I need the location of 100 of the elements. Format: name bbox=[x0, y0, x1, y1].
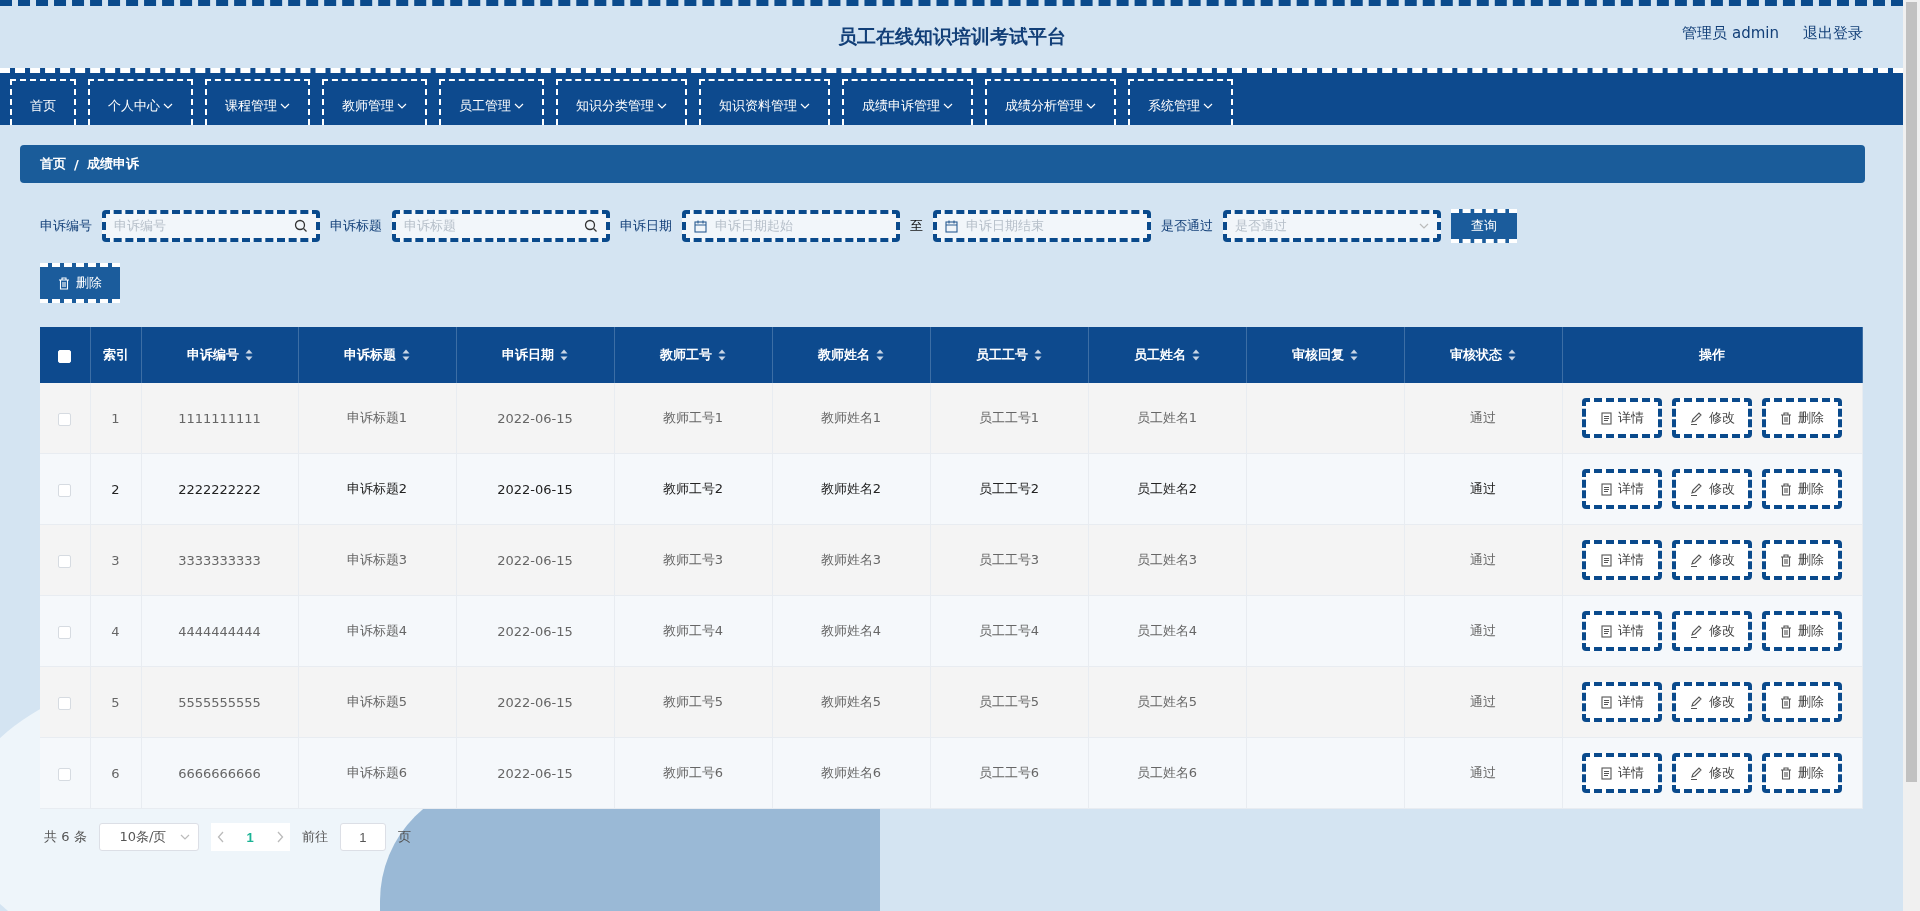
table-cell: 2022-06-15 bbox=[497, 694, 573, 710]
chevron-down-icon bbox=[397, 101, 407, 111]
column-header: 员工姓名 bbox=[1134, 346, 1186, 364]
column-header: 申诉编号 bbox=[186, 346, 239, 364]
select-all-checkbox[interactable] bbox=[58, 349, 72, 363]
goto-page-field[interactable]: 1 bbox=[339, 823, 386, 851]
row-checkbox[interactable] bbox=[58, 767, 72, 781]
row-checkbox[interactable] bbox=[58, 625, 72, 639]
document-icon bbox=[1600, 624, 1612, 638]
logout-link[interactable]: 退出登录 bbox=[1803, 24, 1863, 43]
scrollbar-thumb[interactable] bbox=[1906, 2, 1917, 782]
nav-tab[interactable]: 知识分类管理 bbox=[556, 79, 687, 125]
details-button[interactable]: 详情 bbox=[1582, 398, 1662, 438]
table-cell: 2022-06-15 bbox=[497, 552, 573, 568]
sort-icon[interactable] bbox=[402, 349, 410, 361]
nav-tab[interactable]: 课程管理 bbox=[205, 79, 310, 125]
total-count: 共 6 条 bbox=[44, 828, 87, 846]
table-cell: 1 bbox=[111, 410, 120, 426]
table-cell: 教师工号3 bbox=[662, 552, 724, 567]
table-cell: 5555555555 bbox=[178, 694, 261, 710]
chevron-down-icon bbox=[800, 101, 810, 111]
document-icon bbox=[1600, 766, 1612, 780]
table-cell: 通过 bbox=[1470, 623, 1496, 638]
table-cell: 通过 bbox=[1470, 552, 1496, 567]
table-cell: 通过 bbox=[1470, 694, 1496, 709]
table-cell: 申诉标题5 bbox=[346, 694, 408, 709]
sort-icon[interactable] bbox=[1350, 349, 1358, 361]
nav-tab[interactable]: 成绩申诉管理 bbox=[842, 79, 973, 125]
delete-row-button[interactable]: 删除 bbox=[1762, 398, 1842, 438]
edit-button[interactable]: 修改 bbox=[1672, 540, 1752, 580]
table-cell: 教师姓名5 bbox=[820, 694, 882, 709]
page-size-select[interactable]: 10条/页 bbox=[98, 823, 199, 851]
trash-icon bbox=[1780, 624, 1792, 638]
details-button[interactable]: 详情 bbox=[1582, 753, 1662, 793]
delete-row-button[interactable]: 删除 bbox=[1762, 753, 1842, 793]
column-header: 索引 bbox=[102, 346, 129, 364]
nav-tab[interactable]: 员工管理 bbox=[439, 79, 544, 125]
table-cell: 2 bbox=[111, 481, 120, 497]
delete-row-button[interactable]: 删除 bbox=[1762, 469, 1842, 509]
details-button[interactable]: 详情 bbox=[1582, 540, 1662, 580]
table-cell: 6 bbox=[111, 765, 120, 781]
nav-tab[interactable]: 教师管理 bbox=[322, 79, 427, 125]
edit-button[interactable]: 修改 bbox=[1672, 682, 1752, 722]
column-header: 教师姓名 bbox=[818, 346, 870, 364]
pencil-icon bbox=[1689, 482, 1703, 496]
sort-icon[interactable] bbox=[876, 349, 884, 361]
delete-row-button[interactable]: 删除 bbox=[1762, 611, 1842, 651]
sort-icon[interactable] bbox=[1192, 349, 1200, 361]
table-cell: 员工姓名1 bbox=[1136, 410, 1198, 425]
goto-label: 前往 bbox=[301, 828, 328, 846]
edit-button[interactable]: 修改 bbox=[1672, 753, 1752, 793]
delete-button[interactable]: 删除 bbox=[40, 263, 120, 303]
column-header: 申诉日期 bbox=[502, 346, 554, 364]
nav-tab[interactable]: 知识资料管理 bbox=[699, 79, 830, 125]
breadcrumb-link[interactable]: 首页 bbox=[40, 155, 66, 173]
sort-icon[interactable] bbox=[560, 349, 568, 361]
table-cell: 员工姓名5 bbox=[1136, 694, 1198, 709]
nav-tab[interactable]: 成绩分析管理 bbox=[985, 79, 1116, 125]
chevron-down-icon bbox=[514, 101, 524, 111]
edit-button[interactable]: 修改 bbox=[1672, 469, 1752, 509]
table-cell: 教师工号2 bbox=[662, 481, 724, 496]
nav-tab[interactable]: 系统管理 bbox=[1128, 79, 1233, 125]
sort-icon[interactable] bbox=[718, 349, 726, 361]
table-cell: 3333333333 bbox=[178, 552, 261, 568]
chevron-down-icon bbox=[280, 101, 290, 111]
scrollbar[interactable] bbox=[1903, 0, 1920, 911]
column-header: 审核状态 bbox=[1450, 346, 1502, 364]
query-button[interactable]: 查询 bbox=[1451, 209, 1517, 243]
sort-icon[interactable] bbox=[244, 349, 253, 361]
delete-row-button[interactable]: 删除 bbox=[1762, 682, 1842, 722]
edit-button[interactable]: 修改 bbox=[1672, 398, 1752, 438]
chevron-down-icon bbox=[657, 101, 667, 111]
details-button[interactable]: 详情 bbox=[1582, 611, 1662, 651]
table-cell: 2222222222 bbox=[178, 481, 261, 497]
details-button[interactable]: 详情 bbox=[1582, 469, 1662, 509]
row-checkbox[interactable] bbox=[58, 483, 72, 497]
range-separator: 至 bbox=[910, 217, 923, 235]
column-header: 操作 bbox=[1699, 346, 1725, 364]
trash-icon bbox=[1780, 553, 1792, 567]
nav-tab[interactable]: 首页 bbox=[10, 79, 76, 125]
edit-button[interactable]: 修改 bbox=[1672, 611, 1752, 651]
delete-row-button[interactable]: 删除 bbox=[1762, 540, 1842, 580]
sort-icon[interactable] bbox=[1508, 349, 1516, 361]
row-checkbox[interactable] bbox=[58, 696, 72, 710]
column-header: 员工工号 bbox=[976, 346, 1028, 364]
table-cell: 员工姓名3 bbox=[1136, 552, 1198, 567]
table-cell: 申诉标题2 bbox=[346, 481, 408, 496]
sort-icon[interactable] bbox=[1034, 349, 1042, 361]
filter-label: 是否通过 bbox=[1161, 217, 1213, 235]
trash-icon bbox=[58, 276, 70, 290]
nav-tab[interactable]: 个人中心 bbox=[88, 79, 193, 125]
column-header: 审核回复 bbox=[1292, 346, 1344, 364]
details-button[interactable]: 详情 bbox=[1582, 682, 1662, 722]
breadcrumb-link[interactable]: 成绩申诉 bbox=[86, 155, 139, 173]
table-cell: 申诉标题4 bbox=[346, 623, 408, 638]
row-checkbox[interactable] bbox=[58, 554, 72, 568]
table-cell: 通过 bbox=[1470, 765, 1496, 780]
document-icon bbox=[1600, 482, 1612, 496]
row-checkbox[interactable] bbox=[58, 412, 72, 426]
table-cell: 教师工号5 bbox=[662, 694, 724, 709]
